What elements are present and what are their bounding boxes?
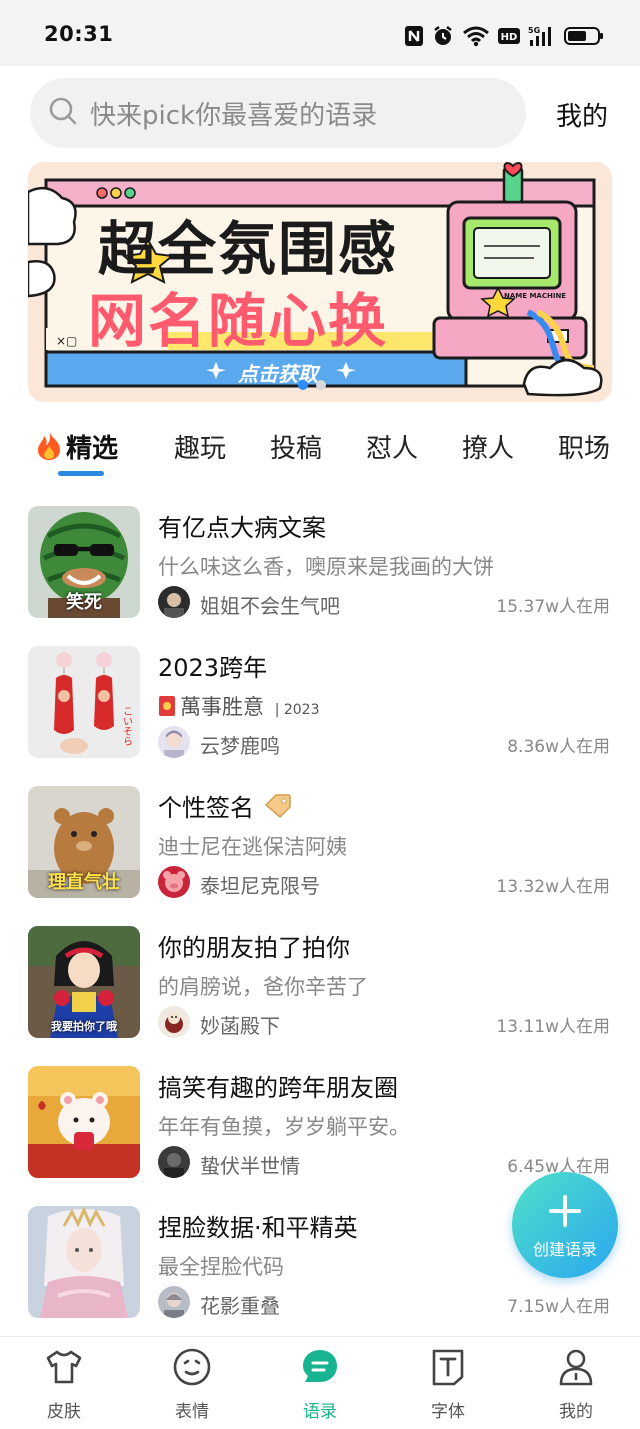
banner-machine-label: NAME MACHINE (504, 292, 567, 300)
avatar (158, 1286, 190, 1318)
list-item[interactable]: こいそら 2023跨年 萬事胜意 | 2023 云梦鹿鸣 8.36w人在用 (0, 646, 640, 762)
item-author: 蛰伏半世情 (200, 1154, 300, 1178)
banner-pagination (298, 380, 326, 390)
item-title-text: 个性签名 (158, 794, 254, 822)
item-usage-count: 7.15w人在用 (507, 1297, 610, 1317)
banner-dot-active (298, 380, 308, 390)
plus-icon (548, 1194, 582, 1232)
nfc-icon (404, 25, 424, 47)
nav-label: 语录 (303, 1402, 337, 1422)
red-envelope-icon (158, 695, 176, 722)
emoji-icon (172, 1347, 212, 1387)
search-input[interactable]: 快来pick你最喜爱的语录 (30, 78, 526, 148)
item-usage-count: 13.11w人在用 (496, 1017, 610, 1037)
list-item[interactable]: 我要拍你了哦 你的朋友拍了拍你 的肩膀说，爸你辛苦了 妙菡殿下 13.11w人在… (0, 926, 640, 1042)
create-quote-button[interactable]: 创建语录 (512, 1172, 618, 1278)
item-subtitle: 什么味这么香，噢原来是我画的大饼 (158, 555, 494, 579)
nav-item-profile[interactable]: 我的 (536, 1347, 616, 1427)
tab-indicator (58, 471, 104, 476)
nav-label: 字体 (431, 1402, 465, 1422)
item-thumbnail: こいそら (28, 646, 140, 758)
item-usage-count: 13.32w人在用 (496, 877, 610, 897)
item-subtitle-text: 萬事胜意 (180, 695, 264, 719)
item-usage-count: 8.36w人在用 (507, 737, 610, 757)
avatar (158, 726, 190, 758)
wifi-icon (462, 25, 490, 47)
thumb-caption: 笑死 (66, 592, 102, 613)
search-placeholder: 快来pick你最喜爱的语录 (90, 100, 378, 131)
nav-label: 皮肤 (47, 1402, 81, 1422)
item-subtitle: 年年有鱼摸，岁岁躺平安。 (158, 1115, 410, 1139)
mine-link[interactable]: 我的 (556, 96, 608, 133)
svg-text:こいそら: こいそら (121, 706, 133, 746)
item-thumbnail (28, 1066, 140, 1178)
item-author: 泰坦尼克限号 (200, 874, 320, 898)
item-author: 云梦鹿鸣 (200, 734, 280, 758)
status-bar: 20:31 HD 5G (0, 0, 640, 66)
item-title: 你的朋友拍了拍你 (158, 934, 350, 962)
item-title: 有亿点大病文案 (158, 514, 326, 542)
quote-icon (300, 1347, 340, 1387)
item-title: 个性签名 (158, 788, 292, 825)
battery-icon (564, 25, 604, 47)
search-icon (48, 96, 78, 130)
item-author: 姐姐不会生气吧 (200, 594, 340, 618)
banner-dot (316, 380, 326, 390)
avatar (158, 1006, 190, 1038)
thumb-caption: 理直气壮 (48, 872, 120, 893)
status-icons: HD 5G (404, 22, 604, 50)
signal-5g-icon: 5G (528, 24, 556, 48)
nav-item-fonts[interactable]: 字体 (408, 1347, 488, 1427)
tab-workplace[interactable]: 职场 (558, 428, 610, 465)
item-title: 搞笑有趣的跨年朋友圈 (158, 1074, 398, 1102)
item-title: 2023跨年 (158, 654, 268, 682)
item-thumbnail: 我要拍你了哦 (28, 926, 140, 1038)
profile-icon (556, 1347, 596, 1387)
tab-flirt[interactable]: 撩人 (462, 428, 514, 465)
shirt-icon (44, 1347, 84, 1387)
avatar (158, 866, 190, 898)
item-subtitle: 的肩膀说，爸你辛苦了 (158, 975, 368, 999)
font-icon (428, 1347, 468, 1387)
tab-featured[interactable]: 精选 (34, 428, 118, 468)
svg-text:5G: 5G (528, 26, 540, 35)
tab-roast[interactable]: 怼人 (366, 428, 418, 465)
item-author: 花影重叠 (200, 1294, 280, 1318)
thumb-caption: 我要拍你了哦 (51, 1020, 117, 1033)
nav-item-quotes[interactable]: 语录 (280, 1347, 360, 1427)
list-item[interactable]: 理直气壮 个性签名 迪士尼在逃保洁阿姨 泰坦尼克限号 13.32w人在用 (0, 786, 640, 902)
item-subtitle: 萬事胜意 | 2023 (158, 691, 319, 722)
fire-icon (34, 429, 64, 468)
nav-label: 表情 (175, 1402, 209, 1422)
item-usage-count: 15.37w人在用 (496, 597, 610, 617)
status-time: 20:31 (44, 22, 114, 46)
list-item[interactable]: 搞笑有趣的跨年朋友圈 年年有鱼摸，岁岁躺平安。 蛰伏半世情 6.45w人在用 (0, 1066, 640, 1182)
item-subtitle: 迪士尼在逃保洁阿姨 (158, 835, 347, 859)
avatar (158, 586, 190, 618)
svg-text:HD: HD (501, 32, 518, 43)
tab-label: 精选 (66, 434, 119, 464)
nav-label: 我的 (559, 1402, 593, 1422)
hd-icon: HD (498, 26, 520, 46)
list-item[interactable]: 笑死 有亿点大病文案 什么味这么香，噢原来是我画的大饼 姐姐不会生气吧 15.3… (0, 506, 640, 622)
tab-fun[interactable]: 趣玩 (174, 428, 226, 465)
item-thumbnail (28, 1206, 140, 1318)
banner-line2: 网名随心换 (88, 287, 389, 355)
promo-banner[interactable]: ×▢ 超全氛围感 网名随心换 点击获取 NAME MACHINE (28, 162, 612, 402)
nav-item-emoji[interactable]: 表情 (152, 1347, 232, 1427)
bottom-nav: 皮肤 表情 语录 字体 我的 (0, 1336, 640, 1429)
svg-text:×▢: ×▢ (56, 334, 77, 348)
item-subtitle: 最全捏脸代码 (158, 1255, 284, 1279)
item-author: 妙菡殿下 (200, 1014, 280, 1038)
tag-icon (264, 793, 292, 825)
alarm-icon (432, 25, 454, 47)
avatar (158, 1146, 190, 1178)
item-thumbnail: 笑死 (28, 506, 140, 618)
item-title: 捏脸数据·和平精英 (158, 1214, 358, 1242)
nav-item-skins[interactable]: 皮肤 (24, 1347, 104, 1427)
item-subtitle-tag: | 2023 (274, 702, 320, 718)
create-quote-label: 创建语录 (532, 1240, 597, 1259)
item-thumbnail: 理直气壮 (28, 786, 140, 898)
tab-submit[interactable]: 投稿 (270, 428, 322, 465)
